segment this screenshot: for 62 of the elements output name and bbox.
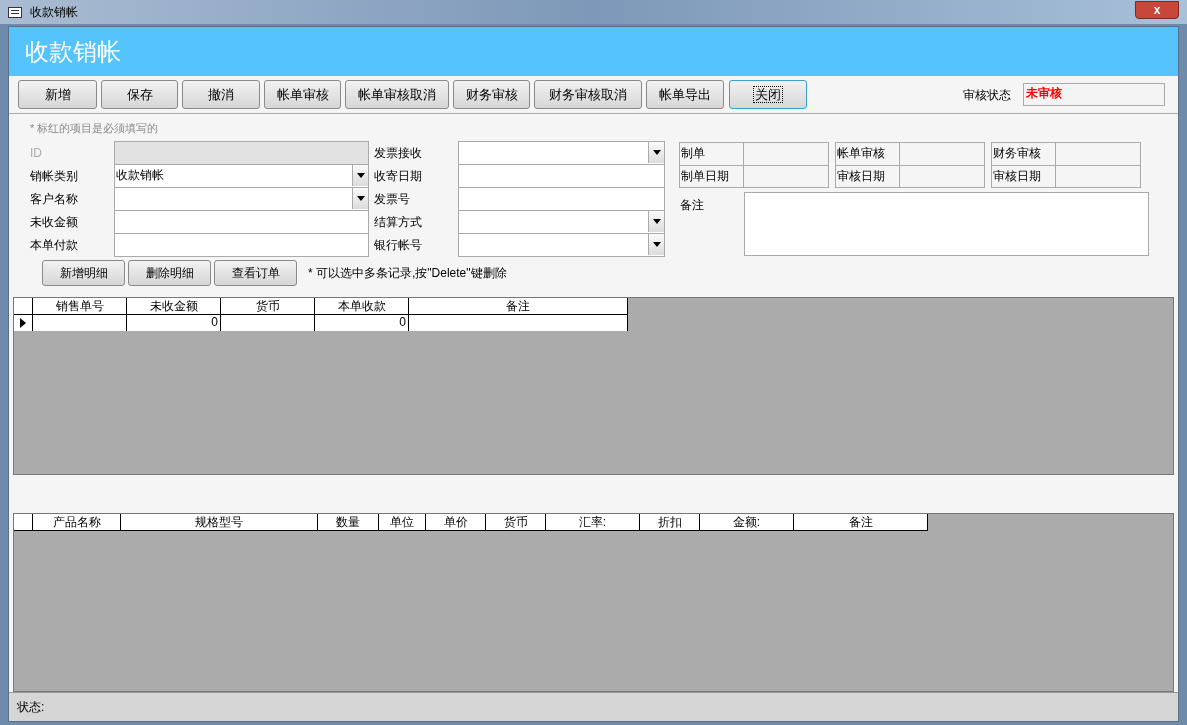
- toolbar-button[interactable]: 帐单审核取消: [345, 80, 449, 109]
- column-header[interactable]: 产品名称: [33, 514, 121, 530]
- remarks-field[interactable]: [744, 192, 1149, 256]
- column-header[interactable]: 规格型号: [121, 514, 318, 530]
- form-window-icon: [8, 6, 22, 18]
- input-field[interactable]: [114, 210, 369, 234]
- column-header[interactable]: 汇率:: [546, 514, 640, 530]
- toolbar-button[interactable]: 财务审核取消: [534, 80, 642, 109]
- field-label: 制单: [680, 143, 744, 165]
- column-header[interactable]: 未收金额: [127, 298, 221, 314]
- input-field[interactable]: [458, 187, 665, 211]
- field-label: 销帐类别: [30, 168, 79, 185]
- toolbar-button[interactable]: 关闭: [729, 80, 807, 109]
- close-button[interactable]: x: [1135, 1, 1179, 19]
- field-label: 备注: [679, 197, 705, 214]
- field-label: 结算方式: [374, 214, 423, 231]
- field-label: 发票接收: [374, 145, 423, 162]
- required-note: * 标红的项目是必须填写的: [30, 121, 160, 136]
- field-label: 本单付款: [30, 237, 79, 254]
- toolbar-button[interactable]: 帐单导出: [646, 80, 724, 109]
- detail-button[interactable]: 新增明细: [42, 260, 125, 286]
- column-header[interactable]: 销售单号: [33, 298, 127, 314]
- combo-box[interactable]: 收款销帐: [114, 164, 369, 188]
- column-header[interactable]: 备注: [409, 298, 628, 314]
- field-label: 收寄日期: [374, 168, 423, 185]
- table-cell[interactable]: 0: [127, 315, 221, 331]
- column-header[interactable]: 金额:: [700, 514, 794, 530]
- hint-text: * 可以选中多条记录,按"Delete"键删除: [308, 265, 507, 282]
- field-label: 审核日期: [992, 166, 1056, 187]
- field-label: 审核日期: [836, 166, 900, 187]
- column-header[interactable]: 单价: [426, 514, 486, 530]
- field-label: 制单日期: [680, 166, 744, 187]
- field-label: ID: [30, 145, 43, 162]
- field-label: 银行帐号: [374, 237, 423, 254]
- toolbar-button[interactable]: 财务审核: [453, 80, 530, 109]
- column-header[interactable]: 单位: [379, 514, 426, 530]
- column-header[interactable]: 数量: [318, 514, 379, 530]
- status-field: 未审核: [1023, 83, 1165, 106]
- column-header[interactable]: 备注: [794, 514, 928, 530]
- column-header[interactable]: 本单收款: [315, 298, 409, 314]
- column-header[interactable]: 货币: [221, 298, 315, 314]
- detail-button[interactable]: 删除明细: [128, 260, 211, 286]
- table-cell[interactable]: 0: [315, 315, 409, 331]
- input-field[interactable]: [458, 164, 665, 188]
- status-label: 审核状态: [963, 86, 1011, 104]
- window-title: 收款销帐: [30, 4, 78, 21]
- toolbar-button[interactable]: 撤消: [182, 80, 260, 109]
- field-label: 未收金额: [30, 214, 79, 231]
- field-label: 发票号: [374, 191, 411, 208]
- field-label: 帐单审核: [836, 143, 900, 165]
- detail-button[interactable]: 查看订单: [214, 260, 297, 286]
- toolbar-button[interactable]: 新增: [18, 80, 97, 109]
- column-header[interactable]: 折扣: [640, 514, 700, 530]
- status-bar-label: 状态:: [17, 699, 45, 716]
- column-header[interactable]: 货币: [486, 514, 546, 530]
- current-row-pointer-icon: [20, 318, 26, 328]
- field-label: 财务审核: [992, 143, 1056, 165]
- form-title: 收款销帐: [25, 36, 121, 67]
- field-label: 客户名称: [30, 191, 79, 208]
- input-field[interactable]: [114, 233, 369, 257]
- toolbar-button[interactable]: 帐单审核: [264, 80, 341, 109]
- toolbar-button[interactable]: 保存: [101, 80, 178, 109]
